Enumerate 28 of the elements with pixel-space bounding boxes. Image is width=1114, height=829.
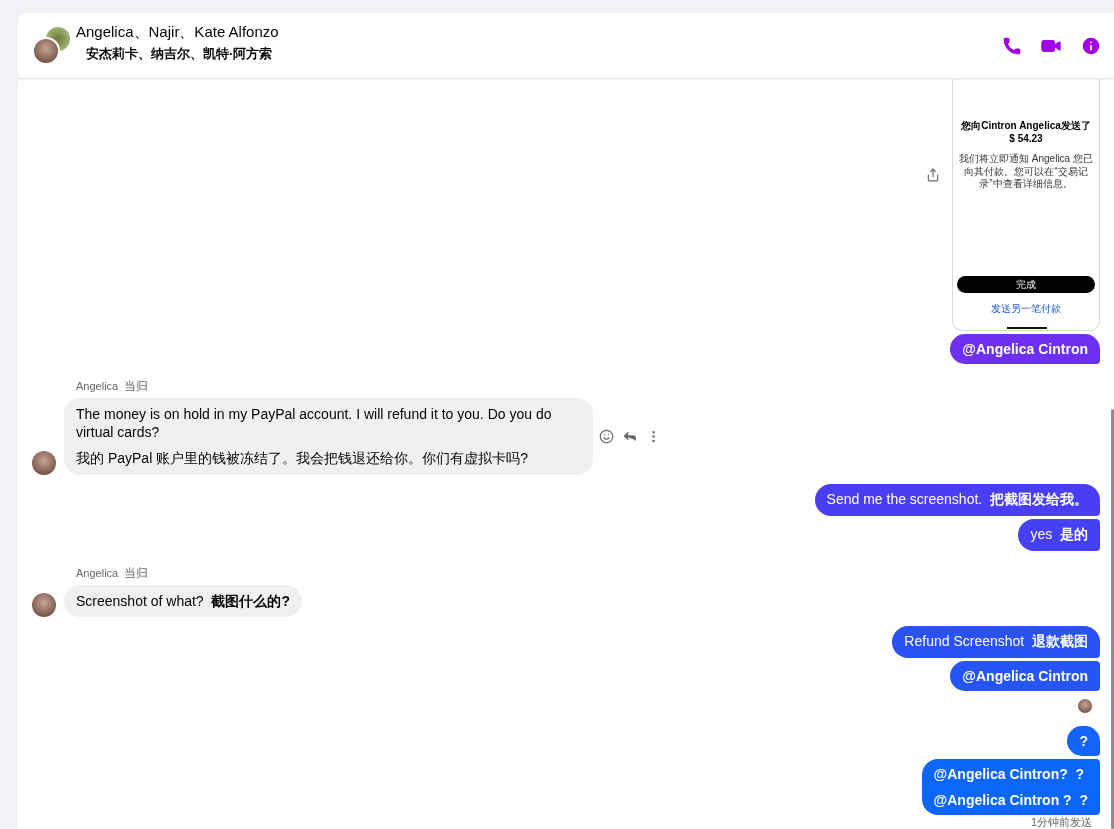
info-icon[interactable] — [1080, 34, 1102, 57]
avatar — [32, 592, 56, 617]
sender-name-translation: 当归 — [124, 378, 149, 395]
sender-name-translation: 当归 — [124, 564, 149, 582]
avatar — [32, 450, 56, 475]
message-bubble: Screenshot of what? 截图什么的? — [64, 584, 302, 617]
sent-status: 1分钟前发送 — [1030, 814, 1092, 829]
home-indicator — [1007, 327, 1047, 329]
emoji-icon[interactable] — [599, 428, 614, 444]
message-bubble: Send me the screenshot. 把截图发给我。 — [814, 483, 1100, 516]
chat-subtitle: 安杰莉卡、纳吉尔、凯特·阿方索 — [85, 44, 274, 63]
message-bubble: @Angelica Cintron — [950, 334, 1100, 364]
message-bubble: Refund Screenshot 退款截图 — [892, 625, 1100, 658]
message-bubble: ? — [1067, 725, 1100, 756]
read-receipt-avatar — [1078, 698, 1092, 713]
sender-name: Angelica — [76, 380, 119, 392]
message-bubble: @Angelica Cintron? ? @Angelica Cintron ? ? — [921, 758, 1100, 815]
chat-title: Angelica、Najir、Kate Alfonzo — [76, 22, 280, 42]
scrollbar[interactable] — [1111, 409, 1114, 829]
message-bubble: The money is on hold in my PayPal account. I will refund it to you. Do you do virtual cards? 我的 PayPal 账户里的钱被冻结了。我会把钱退还给你。你们有虚拟卡吗? — [64, 398, 593, 475]
screenshot-note: 我们将立即通知 Angelica 您已向其付款。您可以在“交易记录”中查看详细信息。 — [959, 153, 1093, 191]
screenshot-title: 您向Cintron Angelica发送了$ 54.23 — [960, 119, 1092, 145]
message-bubble: @Angelica Cintron — [950, 660, 1100, 691]
phone-icon[interactable] — [1002, 35, 1022, 56]
message-bubble: yes 是的 — [1018, 518, 1100, 551]
group-avatar — [32, 36, 60, 65]
sender-name: Angelica — [76, 566, 119, 579]
share-icon[interactable] — [926, 168, 940, 182]
